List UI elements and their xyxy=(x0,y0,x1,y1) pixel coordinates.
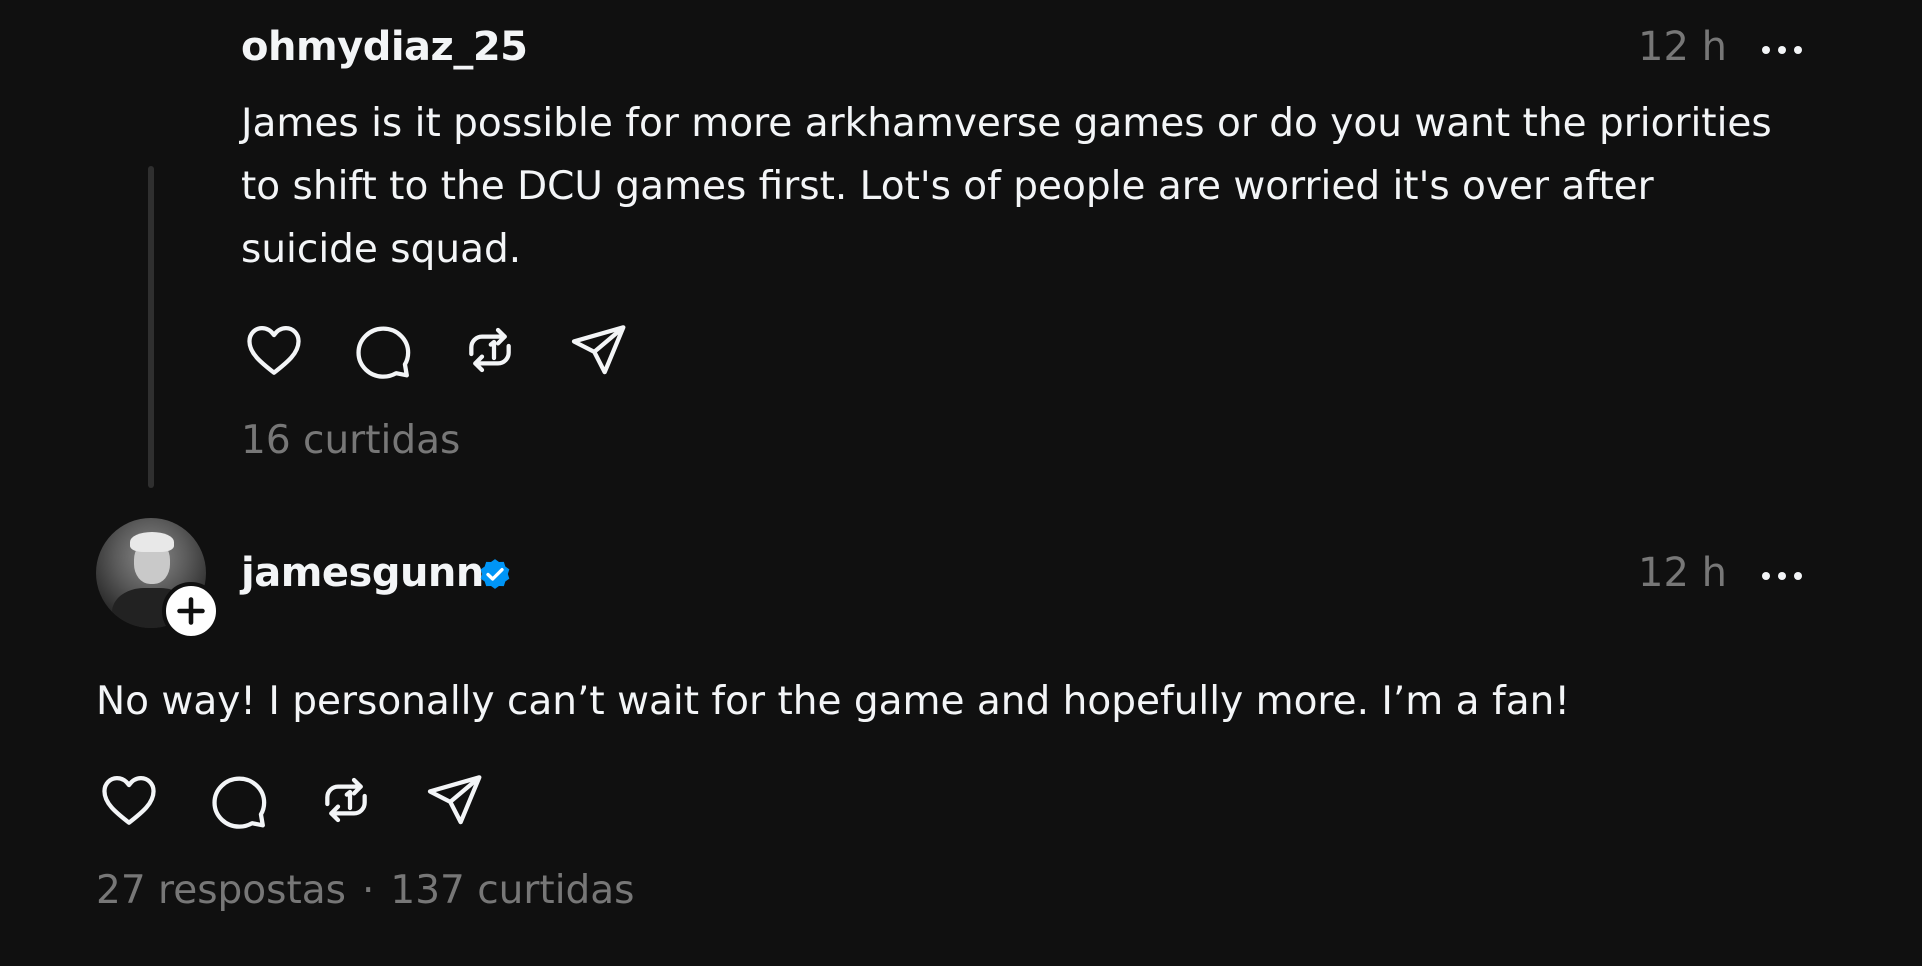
post-username[interactable]: jamesgunn xyxy=(241,550,484,596)
reply-likes[interactable]: 16 curtidas xyxy=(241,418,460,463)
reply-username[interactable]: ohmydiaz_25 xyxy=(241,24,528,70)
repost-icon[interactable] xyxy=(458,318,522,382)
plus-icon xyxy=(177,597,205,625)
comment-icon[interactable] xyxy=(206,768,270,832)
verified-badge-icon xyxy=(475,554,515,594)
stats-separator: · xyxy=(361,868,375,913)
heart-icon[interactable] xyxy=(97,768,161,832)
reply-like-count[interactable]: 16 curtidas xyxy=(241,418,460,463)
heart-icon[interactable] xyxy=(242,318,306,382)
post-stats: 27 respostas · 137 curtidas xyxy=(96,868,635,913)
post-text: No way! I personally can’t wait for the … xyxy=(96,679,1570,724)
post-like-count[interactable]: 137 curtidas xyxy=(390,868,634,913)
thread-view: ohmydiaz_25 12 h James is it possible fo… xyxy=(0,0,1922,966)
thread-connector-line xyxy=(148,166,154,488)
more-horizontal-icon[interactable] xyxy=(1760,568,1804,584)
reply-timestamp[interactable]: 12 h xyxy=(1638,24,1727,70)
reply-text-line: to shift to the DCU games first. Lot's o… xyxy=(241,164,1654,209)
more-horizontal-icon[interactable] xyxy=(1760,42,1804,58)
repost-icon[interactable] xyxy=(314,768,378,832)
send-icon[interactable] xyxy=(566,318,630,382)
reply-text-line: suicide squad. xyxy=(241,227,522,272)
comment-icon[interactable] xyxy=(350,318,414,382)
reply-text: James is it possible for more arkhamvers… xyxy=(241,92,1772,281)
follow-button[interactable] xyxy=(162,582,220,640)
post-timestamp[interactable]: 12 h xyxy=(1638,550,1727,596)
reply-text-line: James is it possible for more arkhamvers… xyxy=(241,101,1772,146)
post-reply-count[interactable]: 27 respostas xyxy=(96,868,346,913)
send-icon[interactable] xyxy=(422,768,486,832)
avatar-figure-hair xyxy=(130,532,174,552)
